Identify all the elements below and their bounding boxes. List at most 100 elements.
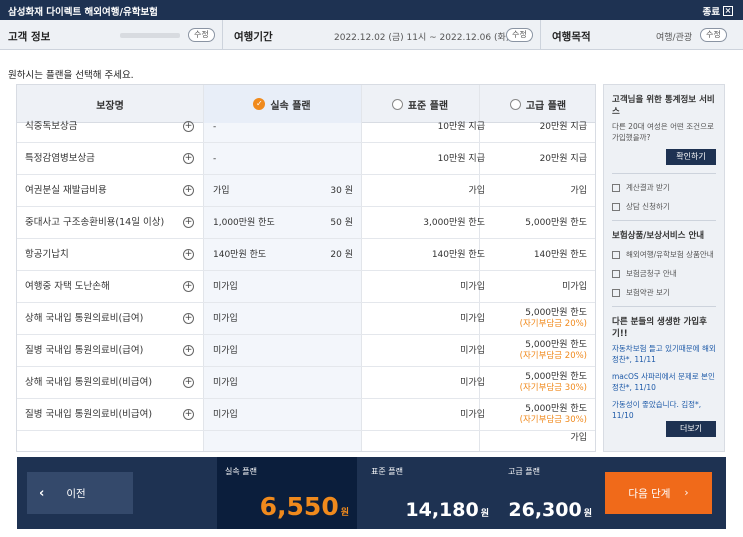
plan-premium-value: 가입 — [570, 186, 587, 196]
table-row: 여권분실 재발급비용 + 가입 30 원 가입 가입 — [17, 175, 595, 207]
plan-standard-value: 3,000만원 한도 — [423, 218, 485, 228]
prev-button[interactable]: ‹ 이전 — [27, 472, 133, 514]
review-item[interactable]: 자동차보험 들고 있기때문에 해외 정찬*, 11/11 — [612, 343, 716, 365]
divider — [540, 20, 541, 50]
coverage-name: 여행중 자택 도난손해 — [25, 281, 110, 292]
plan-premium-premium-label: 고급 플랜 — [508, 467, 540, 476]
plan-premium-copay: (자기부담금 30%) — [519, 383, 587, 393]
plus-circle-icon[interactable]: + — [183, 153, 194, 164]
stats-desc: 다른 20대 여성은 어떤 조건으로 가입했을까? — [612, 122, 714, 142]
plan-basic-label: 실속 플랜 — [270, 100, 311, 112]
plus-circle-icon[interactable]: + — [183, 249, 194, 260]
plan-premium-value: 5,000만원 한도 — [525, 218, 587, 228]
plan-premium-copay: (자기부담금 20%) — [519, 319, 587, 329]
coverage-name: 상해 국내입 통원의료비(급여) — [25, 313, 144, 324]
plan-basic-premium-value — [307, 111, 353, 143]
plan-premium-value: 5,000만원 한도 (자기부담금 30%) — [487, 367, 587, 399]
plan-standard-value: 10만원 지급 — [437, 154, 485, 164]
table-row: 상해 국내입 통원의료비(급여) + 미가입 미가입 5,000만원 한도 (자기부담금 … — [17, 303, 595, 335]
check-icon — [612, 269, 620, 278]
review-item[interactable]: 가동성이 좋았습니다. 김정*, 11/10 — [612, 399, 716, 421]
plus-circle-icon[interactable]: + — [183, 409, 194, 420]
plan-standard-amount-value: 14,180 — [405, 499, 479, 521]
trip-info-bar: 고객 정보 수정 여행기간 2022.12.02 (금) 11시 ~ 2022.… — [0, 20, 743, 50]
plan-premium-value: 가입 — [570, 433, 587, 443]
window-title: 삼성화재 다이렉트 해외여행/유학보험 — [8, 7, 158, 18]
plus-circle-icon[interactable]: + — [183, 345, 194, 356]
plan-basic-value: 미가입 — [213, 378, 238, 388]
more-reviews-button[interactable]: 더보기 — [666, 421, 716, 437]
consult-link[interactable]: 상담 신청하기 — [612, 201, 716, 212]
plus-circle-icon[interactable]: + — [183, 281, 194, 292]
plus-circle-icon[interactable]: + — [183, 217, 194, 228]
customer-info-label: 고객 정보 — [8, 31, 51, 43]
guide-title: 보험상품/보상서비스 안내 — [612, 231, 705, 241]
plus-circle-icon[interactable]: + — [183, 185, 194, 196]
plane-icon — [612, 250, 620, 259]
coverage-name: 특정감염병보상금 — [25, 153, 95, 164]
get-result-link[interactable]: 계산결과 받기 — [612, 182, 716, 193]
plan-basic-value: 140만원 한도 — [213, 250, 267, 260]
radio-icon — [391, 98, 403, 110]
divider — [612, 173, 716, 174]
customer-info-masked — [120, 33, 180, 38]
plan-standard-premium-label: 표준 플랜 — [371, 467, 403, 476]
claim-guide-link[interactable]: 보험금청구 안내 — [612, 268, 716, 279]
plan-basic-value: 미가입 — [213, 410, 238, 420]
plan-standard-value: 미가입 — [460, 282, 485, 292]
next-step-label: 다음 단계 — [628, 487, 671, 500]
plus-circle-icon[interactable]: + — [183, 121, 194, 132]
plan-basic-amount: 6,550 원 — [260, 492, 349, 521]
plan-premium-value: 20만원 지급 — [539, 154, 587, 164]
consult-label: 상담 신청하기 — [626, 202, 670, 211]
plan-premium-limit: 5,000만원 한도 — [525, 404, 587, 414]
coverage-name: 항공기납치 — [25, 249, 69, 260]
radio-checked-icon: ✓ — [253, 98, 266, 110]
plan-standard-value: 140만원 한도 — [431, 250, 485, 260]
edit-period-button[interactable]: 수정 — [506, 28, 533, 42]
won-unit: 원 — [340, 508, 349, 518]
get-result-label: 계산결과 받기 — [626, 183, 670, 192]
reviews-title: 다른 분들의 생생한 가입후기!! — [612, 317, 707, 339]
close-button[interactable]: 종료 × — [703, 4, 733, 18]
plan-premium-amount-value: 26,300 — [508, 499, 582, 521]
next-step-button[interactable]: 다음 단계 › — [605, 472, 712, 514]
period-value: 2022.12.02 (금) 11시 ~ 2022.12.06 (화) 19시 — [334, 33, 532, 43]
table-row: 질병 국내입 통원의료비(급여) + 미가입 미가입 5,000만원 한도 (자기부담금 … — [17, 335, 595, 367]
table-row: 중대사고 구조송환비용(14일 이상) +1,000만원 한도 50 원 3,000만… — [17, 207, 595, 239]
plan-basic-premium-value — [307, 399, 353, 431]
plan-standard-premium: 표준 플랜 14,180 원 — [363, 457, 497, 529]
coverage-name: 질병 국내입 통원의료비(급여) — [25, 345, 144, 356]
plan-standard-value: 미가입 — [460, 346, 485, 356]
plan-standard-value: 미가입 — [460, 410, 485, 420]
coverage-name: 상해 국내입 통원의료비(비급여) — [25, 377, 153, 388]
table-row: 질병 국내입 통원의료비(비급여) + 미가입 미가입 5,000만원 한도 (자기부담금… — [17, 399, 595, 431]
close-icon: × — [723, 6, 733, 16]
plan-basic-premium-value: 30 원 — [330, 186, 353, 196]
divider — [222, 20, 223, 50]
edit-purpose-button[interactable]: 수정 — [700, 28, 727, 42]
coverage-name: 중대사고 구조송환비용(14일 이상) — [25, 217, 165, 228]
window-titlebar: 삼성화재 다이렉트 해외여행/유학보험 종료 × — [0, 0, 743, 20]
prev-label: 이전 — [66, 487, 86, 500]
review-item[interactable]: macOS 사파리에서 문제로 본인 정찬*, 11/10 — [612, 371, 716, 393]
plan-premium-value: 5,000만원 한도 (자기부담금 30%) — [487, 399, 587, 431]
plus-circle-icon[interactable]: + — [183, 313, 194, 324]
plan-basic-premium-value — [307, 367, 353, 399]
edit-icon — [612, 202, 620, 211]
product-guide-label: 해외여행/유학보험 상품안내 — [626, 250, 714, 259]
chevron-right-icon: › — [684, 487, 689, 499]
table-row: 상해 국내입 통원의료비(비급여) + 미가입 미가입 5,000만원 한도 (자기부담금… — [17, 367, 595, 399]
edit-customer-button[interactable]: 수정 — [188, 28, 215, 42]
plan-basic-value: 1,000만원 한도 — [213, 218, 275, 228]
plan-basic-value: 미가입 — [213, 346, 238, 356]
stats-title: 고객님을 위한 통계정보 서비스 — [612, 95, 715, 117]
plan-standard-label: 표준 플랜 — [407, 100, 449, 112]
terms-link[interactable]: 보험약관 보기 — [612, 287, 716, 298]
page-instruction: 원하시는 플랜을 선택해 주세요. — [8, 70, 134, 81]
plus-circle-icon[interactable]: + — [183, 377, 194, 388]
product-guide-link[interactable]: 해외여행/유학보험 상품안내 — [612, 249, 716, 260]
check-stats-button[interactable]: 확인하기 — [666, 149, 716, 165]
plan-premium-value: 20만원 지급 — [539, 122, 587, 132]
plan-premium-value: 5,000만원 한도 (자기부담금 20%) — [487, 335, 587, 367]
